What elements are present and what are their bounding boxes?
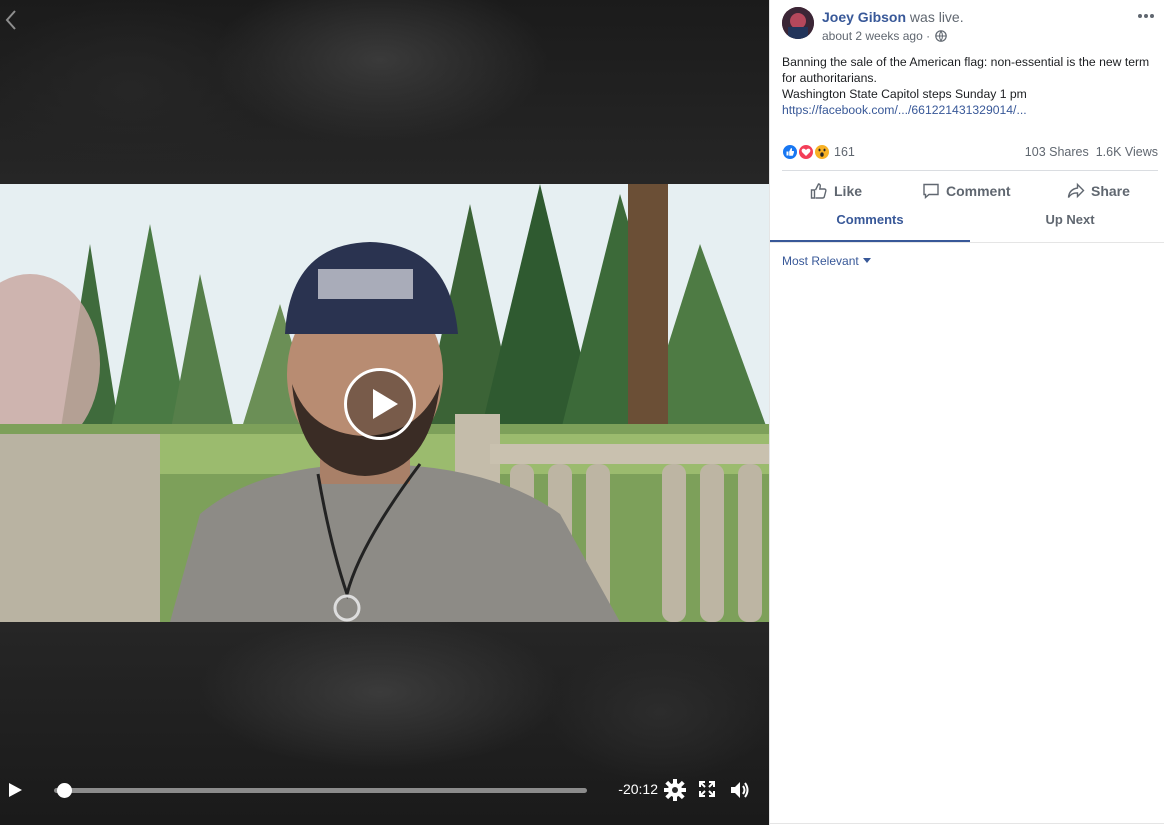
tab-strip: Comments Up Next bbox=[770, 206, 1164, 243]
panel-bottom-border bbox=[769, 823, 1164, 824]
post-text-line-2: Washington State Capitol steps Sunday 1 … bbox=[782, 87, 1027, 101]
back-chevron-icon[interactable] bbox=[4, 8, 28, 32]
divider bbox=[782, 170, 1158, 171]
live-status-text: was live. bbox=[909, 9, 964, 25]
shares-count[interactable]: 103 Shares bbox=[1025, 145, 1089, 159]
views-count: 1.6K Views bbox=[1095, 145, 1158, 159]
time-remaining: -20:12 bbox=[618, 781, 658, 797]
love-reaction-icon bbox=[798, 144, 814, 160]
post-text-line-1: Banning the sale of the American flag: n… bbox=[782, 55, 1150, 85]
tab-comments[interactable]: Comments bbox=[770, 206, 970, 242]
settings-gear-icon[interactable] bbox=[664, 779, 686, 801]
reactions-row: 161 103 Shares 1.6K Views bbox=[782, 143, 1158, 161]
fullscreen-icon[interactable] bbox=[697, 779, 719, 801]
tab-up-next[interactable]: Up Next bbox=[970, 206, 1164, 242]
share-label: Share bbox=[1091, 183, 1130, 199]
video-controls-bar: -20:12 bbox=[0, 770, 769, 810]
reaction-count[interactable]: 161 bbox=[834, 145, 855, 159]
comment-button[interactable]: Comment bbox=[922, 176, 1011, 206]
post-body: Banning the sale of the American flag: n… bbox=[782, 54, 1152, 118]
post-link[interactable]: https://facebook.com/.../661221431329014… bbox=[782, 102, 1152, 118]
comment-bubble-icon bbox=[923, 183, 939, 200]
comment-label: Comment bbox=[946, 183, 1011, 199]
wow-reaction-icon bbox=[814, 144, 830, 160]
globe-icon bbox=[935, 30, 948, 42]
progress-track bbox=[54, 788, 587, 793]
video-blur-backdrop-top bbox=[0, 0, 769, 184]
sort-label: Most Relevant bbox=[782, 254, 859, 268]
post-panel: Joey Gibson was live. about 2 weeks ago … bbox=[769, 0, 1164, 825]
avatar[interactable] bbox=[782, 7, 814, 39]
dropdown-caret-icon bbox=[862, 258, 871, 263]
progress-scrubber[interactable] bbox=[54, 783, 587, 798]
video-player[interactable]: -20:12 bbox=[0, 0, 769, 825]
sort-dropdown[interactable]: Most Relevant bbox=[782, 254, 871, 268]
thumbs-up-icon bbox=[810, 183, 827, 199]
like-reaction-icon bbox=[782, 144, 798, 160]
action-bar: Like Comment Share bbox=[782, 176, 1158, 206]
like-label: Like bbox=[834, 183, 863, 199]
reaction-icons[interactable] bbox=[782, 143, 832, 161]
volume-icon[interactable] bbox=[729, 779, 751, 801]
meta-separator: · bbox=[922, 29, 934, 43]
author-name-link[interactable]: Joey Gibson bbox=[822, 9, 906, 25]
like-button[interactable]: Like bbox=[810, 176, 862, 206]
share-arrow-icon bbox=[1067, 182, 1085, 199]
share-button[interactable]: Share bbox=[1067, 176, 1130, 206]
progress-knob[interactable] bbox=[57, 783, 72, 798]
play-icon[interactable] bbox=[6, 781, 24, 799]
post-stats: 103 Shares 1.6K Views bbox=[1025, 145, 1158, 159]
play-overlay-button[interactable] bbox=[344, 368, 416, 440]
post-timestamp[interactable]: about 2 weeks ago bbox=[822, 29, 923, 43]
more-dots-icon[interactable] bbox=[1136, 7, 1158, 25]
post-meta: about 2 weeks ago · bbox=[822, 29, 948, 43]
author-line: Joey Gibson was live. bbox=[822, 9, 964, 25]
